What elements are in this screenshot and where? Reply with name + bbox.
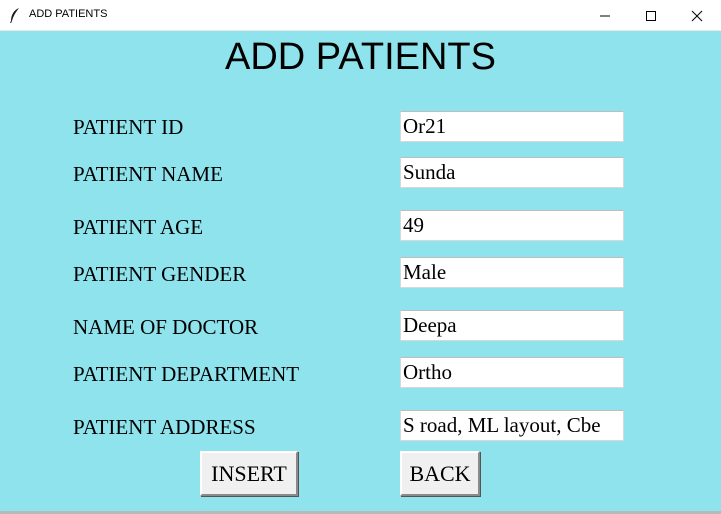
doctor-name-field[interactable] bbox=[400, 310, 624, 341]
maximize-button[interactable] bbox=[628, 0, 674, 31]
patient-gender-label: PATIENT GENDER bbox=[73, 262, 247, 286]
maximize-icon bbox=[646, 11, 656, 21]
window-titlebar: ADD PATIENTS bbox=[0, 0, 721, 31]
window-title: ADD PATIENTS bbox=[29, 8, 108, 20]
patient-gender-field[interactable] bbox=[400, 257, 624, 288]
patient-id-field[interactable] bbox=[400, 111, 624, 142]
patient-age-field[interactable] bbox=[400, 210, 624, 241]
minimize-icon bbox=[600, 15, 610, 17]
minimize-button[interactable] bbox=[582, 0, 628, 31]
patient-name-field[interactable] bbox=[400, 157, 624, 188]
patient-department-label: PATIENT DEPARTMENT bbox=[73, 362, 300, 386]
patient-address-field[interactable] bbox=[400, 410, 624, 441]
back-button[interactable]: BACK bbox=[400, 451, 480, 496]
doctor-name-label: NAME OF DOCTOR bbox=[73, 315, 259, 339]
form-area: ADD PATIENTS PATIENT ID PATIENT NAME PAT… bbox=[0, 31, 721, 511]
close-button[interactable] bbox=[674, 0, 720, 31]
page-title: ADD PATIENTS bbox=[225, 36, 496, 78]
patient-name-label: PATIENT NAME bbox=[73, 162, 223, 186]
feather-icon bbox=[8, 7, 22, 24]
patient-age-label: PATIENT AGE bbox=[73, 215, 204, 239]
patient-address-label: PATIENT ADDRESS bbox=[73, 415, 256, 439]
insert-button[interactable]: INSERT bbox=[200, 451, 298, 496]
patient-id-label: PATIENT ID bbox=[73, 115, 184, 139]
patient-department-field[interactable] bbox=[400, 357, 624, 388]
close-icon bbox=[691, 10, 703, 22]
